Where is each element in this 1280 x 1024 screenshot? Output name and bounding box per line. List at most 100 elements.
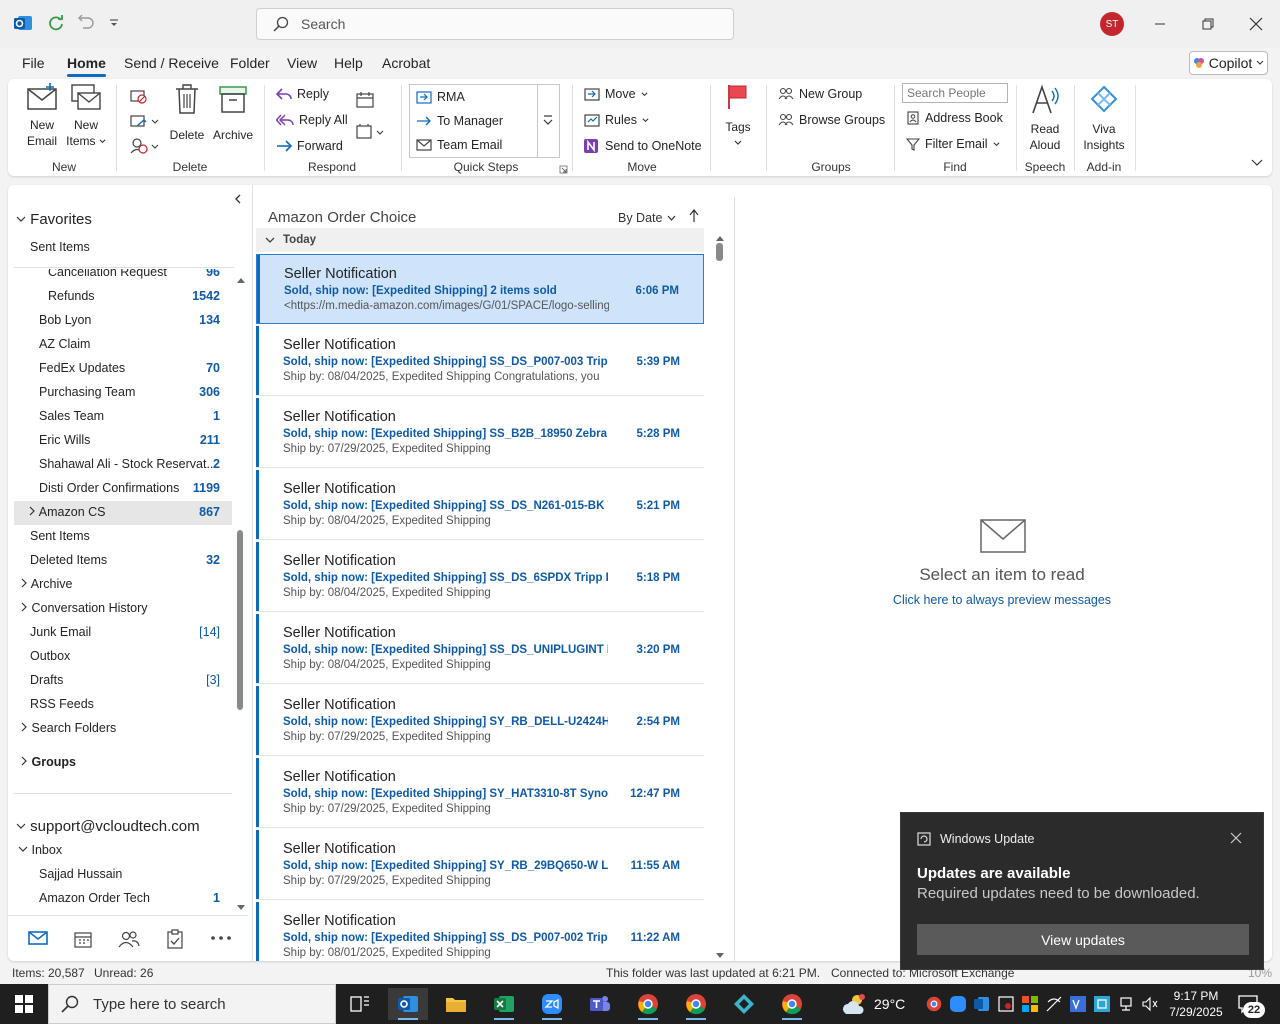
tab-send-receive[interactable]: Send / Receive [124, 55, 219, 71]
ignore-icon[interactable] [129, 87, 147, 108]
tray-volume-icon[interactable] [1142, 996, 1158, 1015]
tray-chrome-icon[interactable] [926, 996, 942, 1015]
undo-icon[interactable] [75, 12, 97, 34]
tab-home[interactable]: Home [67, 55, 106, 77]
send-to-onenote-button[interactable]: Send to OneNote [584, 139, 702, 153]
read-aloud-button[interactable]: Read Aloud [1024, 83, 1066, 153]
taskbar-chrome-profile-icon[interactable] [676, 988, 716, 1020]
tab-acrobat[interactable]: Acrobat [382, 55, 430, 71]
tray-network-icon[interactable] [1046, 996, 1062, 1015]
folder-purchasing-team[interactable]: Purchasing Team [39, 385, 135, 399]
folder-amazon-order-tech[interactable]: Amazon Order Tech [39, 891, 150, 905]
mail-icon[interactable] [28, 930, 48, 949]
folder-outbox[interactable]: Outbox [30, 649, 70, 663]
collapse-folder-pane-icon[interactable] [233, 193, 243, 207]
message-item[interactable]: Seller Notification Sold, ship now: [Exp… [256, 326, 704, 396]
tray-windows-icon[interactable] [1022, 996, 1038, 1015]
sync-icon[interactable] [45, 12, 67, 34]
message-item[interactable]: Seller Notification Sold, ship now: [Exp… [256, 254, 704, 324]
archive-button[interactable]: Archive [211, 83, 255, 143]
dialog-launcher-icon[interactable] [559, 163, 568, 177]
taskbar-clock[interactable]: 9:17 PM 7/29/2025 [1166, 988, 1226, 1020]
folder-search-folders[interactable]: Search Folders [20, 721, 116, 735]
view-updates-button[interactable]: View updates [917, 924, 1249, 955]
message-scrollbar-thumb[interactable] [716, 243, 723, 261]
tab-view[interactable]: View [287, 55, 317, 71]
tray-outlook-icon[interactable] [974, 996, 990, 1015]
message-item[interactable]: Seller Notification Sold, ship now: [Exp… [256, 542, 704, 612]
windows-start-icon[interactable] [4, 988, 44, 1020]
forward-button[interactable]: Forward [276, 139, 343, 153]
folder-disti-order-confirmations[interactable]: Disti Order Confirmations [39, 481, 179, 495]
tab-help[interactable]: Help [334, 55, 363, 71]
weather-icon[interactable] [840, 992, 868, 1019]
reply-all-button[interactable]: Reply All [276, 113, 348, 127]
taskbar-zoom-icon[interactable] [532, 988, 572, 1020]
scroll-down-icon[interactable] [715, 949, 725, 961]
taskbar-search-input[interactable]: Type here to search [48, 984, 336, 1024]
folder-az-claim[interactable]: AZ Claim [39, 337, 90, 351]
calendar-icon[interactable] [74, 930, 92, 951]
folder-junk-email[interactable]: Junk Email [30, 625, 91, 639]
ribbon-collapse-icon[interactable] [1251, 157, 1263, 171]
folder-archive[interactable]: Archive [20, 577, 72, 591]
more-respond-icon[interactable] [356, 123, 386, 144]
meeting-icon[interactable] [356, 91, 374, 112]
taskbar-file-explorer-icon[interactable] [436, 988, 476, 1020]
message-item[interactable]: Seller Notification Sold, ship now: [Exp… [256, 686, 704, 756]
favorites-header[interactable]: Favorites [16, 211, 92, 228]
taskbar-teams-icon[interactable] [580, 988, 620, 1020]
folder-groups[interactable]: Groups [20, 755, 76, 769]
message-item[interactable]: Seller Notification Sold, ship now: [Exp… [256, 758, 704, 828]
folder-deleted-items[interactable]: Deleted Items [30, 553, 107, 567]
folder-cancellation-request[interactable]: Cancellation Request [48, 269, 167, 279]
taskbar-chrome-2-icon[interactable] [772, 988, 812, 1020]
rules-button[interactable]: Rules [584, 113, 649, 127]
folder-refunds[interactable]: Refunds [48, 289, 95, 303]
taskbar-excel-icon[interactable] [484, 988, 524, 1020]
viva-insights-button[interactable]: Viva Insights [1082, 83, 1126, 153]
taskbar-app-icon[interactable] [724, 988, 764, 1020]
scroll-up-icon[interactable] [236, 273, 246, 287]
message-item[interactable]: Seller Notification Sold, ship now: [Exp… [256, 830, 704, 900]
quick-step-team-email[interactable]: Team Email [416, 138, 502, 152]
folder-sent-items[interactable]: Sent Items [30, 529, 90, 543]
filter-email-button[interactable]: Filter Email [906, 137, 1000, 151]
search-input[interactable]: Search [256, 8, 734, 40]
tab-folder[interactable]: Folder [230, 55, 270, 71]
tray-wired-network-icon[interactable] [1118, 996, 1134, 1015]
scroll-down-icon[interactable] [236, 901, 246, 915]
group-header-today[interactable]: Today [256, 228, 704, 252]
tray-vpn-icon[interactable] [1070, 996, 1086, 1015]
customize-toolbar-icon[interactable] [103, 12, 125, 34]
new-email-button[interactable]: New Email [24, 83, 60, 149]
people-icon[interactable] [118, 930, 140, 951]
avatar[interactable]: ST [1100, 12, 1124, 36]
folder-rss-feeds[interactable]: RSS Feeds [30, 697, 94, 711]
reply-button[interactable]: Reply [276, 87, 329, 101]
folder-amazon-cs[interactable]: Amazon CS [28, 505, 106, 519]
folder-bob-lyon[interactable]: Bob Lyon [39, 313, 91, 327]
always-preview-link[interactable]: Click here to always preview messages [858, 593, 1146, 607]
new-items-button[interactable]: New Items [66, 83, 106, 149]
message-item[interactable]: Seller Notification Sold, ship now: [Exp… [256, 470, 704, 540]
close-icon[interactable] [1230, 832, 1242, 847]
move-button[interactable]: Move [584, 87, 648, 101]
message-item[interactable]: Seller Notification Sold, ship now: [Exp… [256, 902, 704, 961]
message-item[interactable]: Seller Notification Sold, ship now: [Exp… [256, 614, 704, 684]
folder-drafts[interactable]: Drafts [30, 673, 63, 687]
quick-steps-more-icon[interactable] [542, 113, 554, 130]
address-book-button[interactable]: Address Book [906, 111, 1003, 125]
folder-inbox[interactable]: Inbox [18, 843, 62, 857]
tags-button[interactable]: Tags [720, 83, 756, 151]
quick-step-to-manager[interactable]: To Manager [416, 114, 503, 128]
restore-button[interactable] [1193, 10, 1223, 38]
folder-eric-wills[interactable]: Eric Wills [39, 433, 90, 447]
sort-direction-icon[interactable] [689, 209, 699, 226]
folder-fedex-updates[interactable]: FedEx Updates [39, 361, 125, 375]
taskbar-chrome-icon[interactable] [628, 988, 668, 1020]
quick-step-rma[interactable]: RMA [416, 90, 465, 104]
folder-sales-team[interactable]: Sales Team [39, 409, 104, 423]
new-group-button[interactable]: New Group [778, 87, 862, 101]
more-apps-icon[interactable] [210, 930, 232, 949]
